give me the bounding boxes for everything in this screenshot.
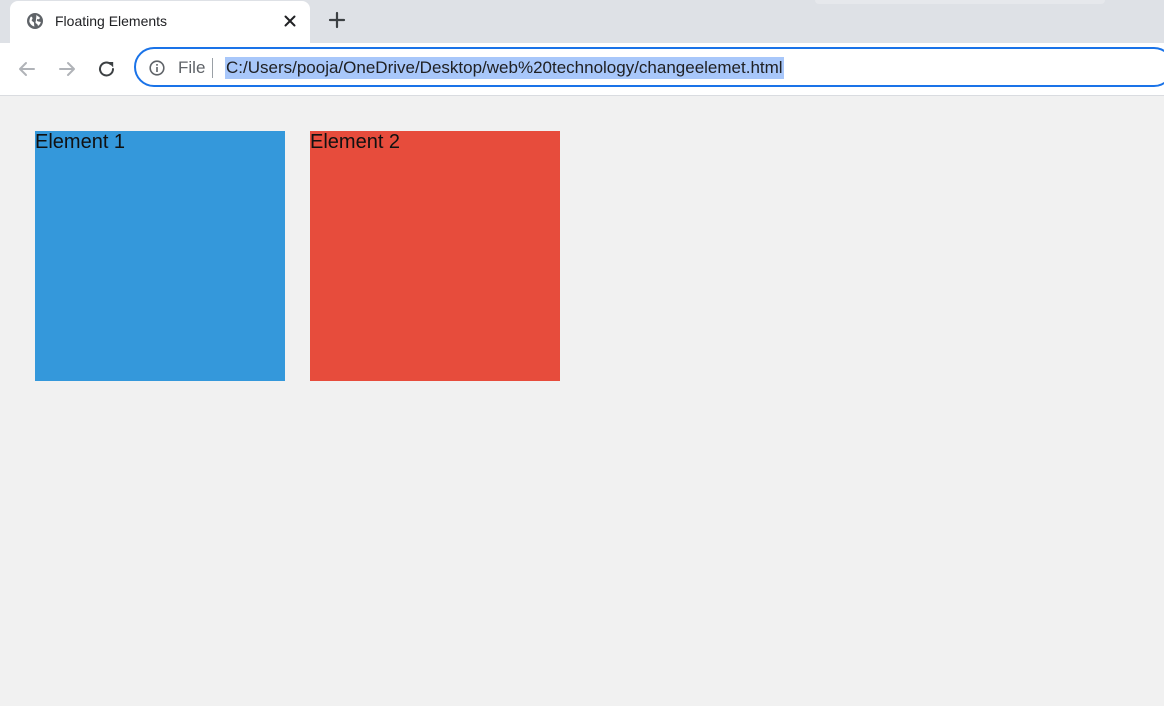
arrow-right-icon[interactable] xyxy=(54,56,80,82)
globe-icon xyxy=(26,12,44,30)
element-label: Element 2 xyxy=(310,131,401,153)
info-icon[interactable] xyxy=(149,60,165,76)
browser-toolbar: File C:/Users/pooja/OneDrive/Desktop/web… xyxy=(0,43,1164,96)
tab-strip: Floating Elements xyxy=(0,0,1164,43)
url-text[interactable]: C:/Users/pooja/OneDrive/Desktop/web%20te… xyxy=(225,57,784,79)
scheme-divider xyxy=(212,58,213,78)
floating-element-1: Element 1 xyxy=(35,131,285,381)
floating-element-2: Element 2 xyxy=(310,131,560,381)
close-icon[interactable] xyxy=(282,13,298,29)
address-bar[interactable]: File C:/Users/pooja/OneDrive/Desktop/web… xyxy=(134,47,1164,87)
tab-strip-shadow xyxy=(815,0,1105,4)
plus-icon[interactable] xyxy=(327,10,347,30)
browser-tab[interactable]: Floating Elements xyxy=(10,1,310,43)
arrow-left-icon[interactable] xyxy=(14,56,40,82)
element-label: Element 1 xyxy=(35,131,126,153)
reload-icon[interactable] xyxy=(94,56,120,82)
page-content: Element 1 Element 2 xyxy=(0,96,1164,706)
tab-title: Floating Elements xyxy=(55,13,168,29)
scheme-label: File xyxy=(178,58,206,77)
